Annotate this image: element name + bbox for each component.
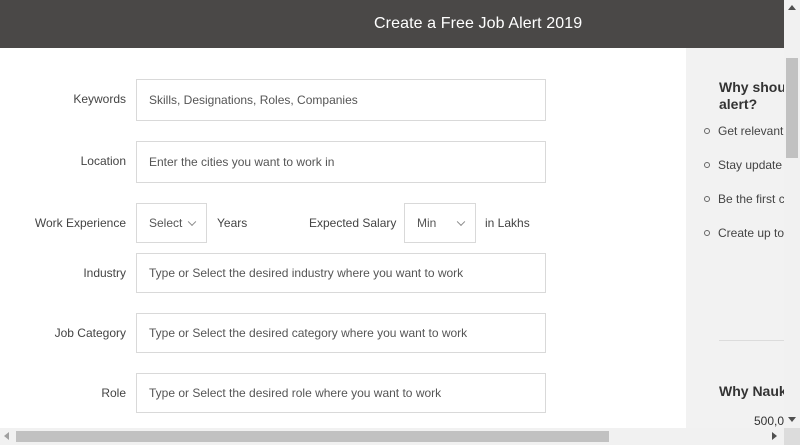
chevron-down-icon — [187, 217, 197, 227]
keywords-label: Keywords — [73, 92, 126, 106]
page-header: Create a Free Job Alert 2019 — [0, 0, 784, 48]
sidebar-title-line2: alert? — [719, 96, 758, 112]
industry-input[interactable]: Type or Select the desired industry wher… — [136, 253, 546, 293]
vertical-scroll-thumb[interactable] — [786, 58, 798, 158]
scrollbar-corner — [784, 428, 800, 445]
keywords-input[interactable]: Skills, Designations, Roles, Companies — [136, 79, 546, 121]
sidebar-title: Why shoul alert? — [719, 79, 784, 113]
sidebar-item-label: Get relevant — [718, 124, 784, 138]
circle-bullet-icon — [704, 195, 710, 202]
scroll-down-arrow-icon[interactable] — [788, 417, 796, 422]
scroll-up-arrow-icon[interactable] — [788, 5, 796, 10]
keywords-placeholder: Skills, Designations, Roles, Companies — [149, 93, 358, 107]
expected-salary-unit: in Lakhs — [485, 216, 530, 230]
role-label: Role — [101, 386, 126, 400]
work-experience-label: Work Experience — [34, 216, 126, 230]
horizontal-scroll-thumb[interactable] — [16, 431, 609, 442]
industry-label: Industry — [83, 266, 126, 280]
job-category-label: Job Category — [54, 326, 126, 340]
sidebar-section2-title: Why Nauk — [719, 383, 784, 399]
sidebar-item-label: Create up to — [718, 226, 784, 240]
sidebar-section2-count: 500,0 — [754, 414, 784, 428]
chevron-down-icon — [456, 217, 466, 227]
job-category-input[interactable]: Type or Select the desired category wher… — [136, 313, 546, 353]
list-item: Create up to — [704, 226, 784, 240]
sidebar-divider — [719, 340, 784, 341]
list-item: Be the first c — [704, 192, 784, 206]
sidebar-item-label: Be the first c — [718, 192, 784, 206]
work-experience-unit: Years — [217, 216, 248, 230]
industry-placeholder: Type or Select the desired industry wher… — [149, 266, 464, 280]
job-alert-form: Keywords Skills, Designations, Roles, Co… — [0, 48, 686, 428]
expected-salary-label: Expected Salary — [309, 216, 397, 230]
role-input[interactable]: Type or Select the desired role where yo… — [136, 373, 546, 413]
sidebar-title-line1: Why shoul — [719, 79, 784, 95]
role-placeholder: Type or Select the desired role where yo… — [149, 386, 442, 400]
location-label: Location — [80, 154, 126, 168]
circle-bullet-icon — [704, 161, 710, 168]
scroll-left-arrow-icon[interactable] — [4, 432, 9, 440]
circle-bullet-icon — [704, 127, 710, 134]
job-alert-page: Create a Free Job Alert 2019 Keywords Sk… — [0, 0, 800, 445]
why-alert-sidebar: Why shoul alert? Get relevant Stay updat… — [686, 48, 784, 428]
location-placeholder: Enter the cities you want to work in — [149, 155, 335, 169]
horizontal-scrollbar[interactable] — [0, 428, 784, 445]
work-experience-select[interactable]: Select — [136, 203, 207, 243]
circle-bullet-icon — [704, 229, 710, 236]
location-input[interactable]: Enter the cities you want to work in — [136, 141, 546, 183]
job-category-placeholder: Type or Select the desired category wher… — [149, 326, 468, 340]
sidebar-item-label: Stay update — [718, 158, 783, 172]
list-item: Get relevant — [704, 124, 783, 138]
work-experience-value: Select — [149, 216, 183, 230]
list-item: Stay update — [704, 158, 782, 172]
expected-salary-select[interactable]: Min — [404, 203, 476, 243]
vertical-scrollbar[interactable] — [784, 0, 800, 428]
scroll-right-arrow-icon[interactable] — [772, 432, 777, 440]
expected-salary-value: Min — [417, 216, 437, 230]
page-title: Create a Free Job Alert 2019 — [374, 15, 583, 32]
